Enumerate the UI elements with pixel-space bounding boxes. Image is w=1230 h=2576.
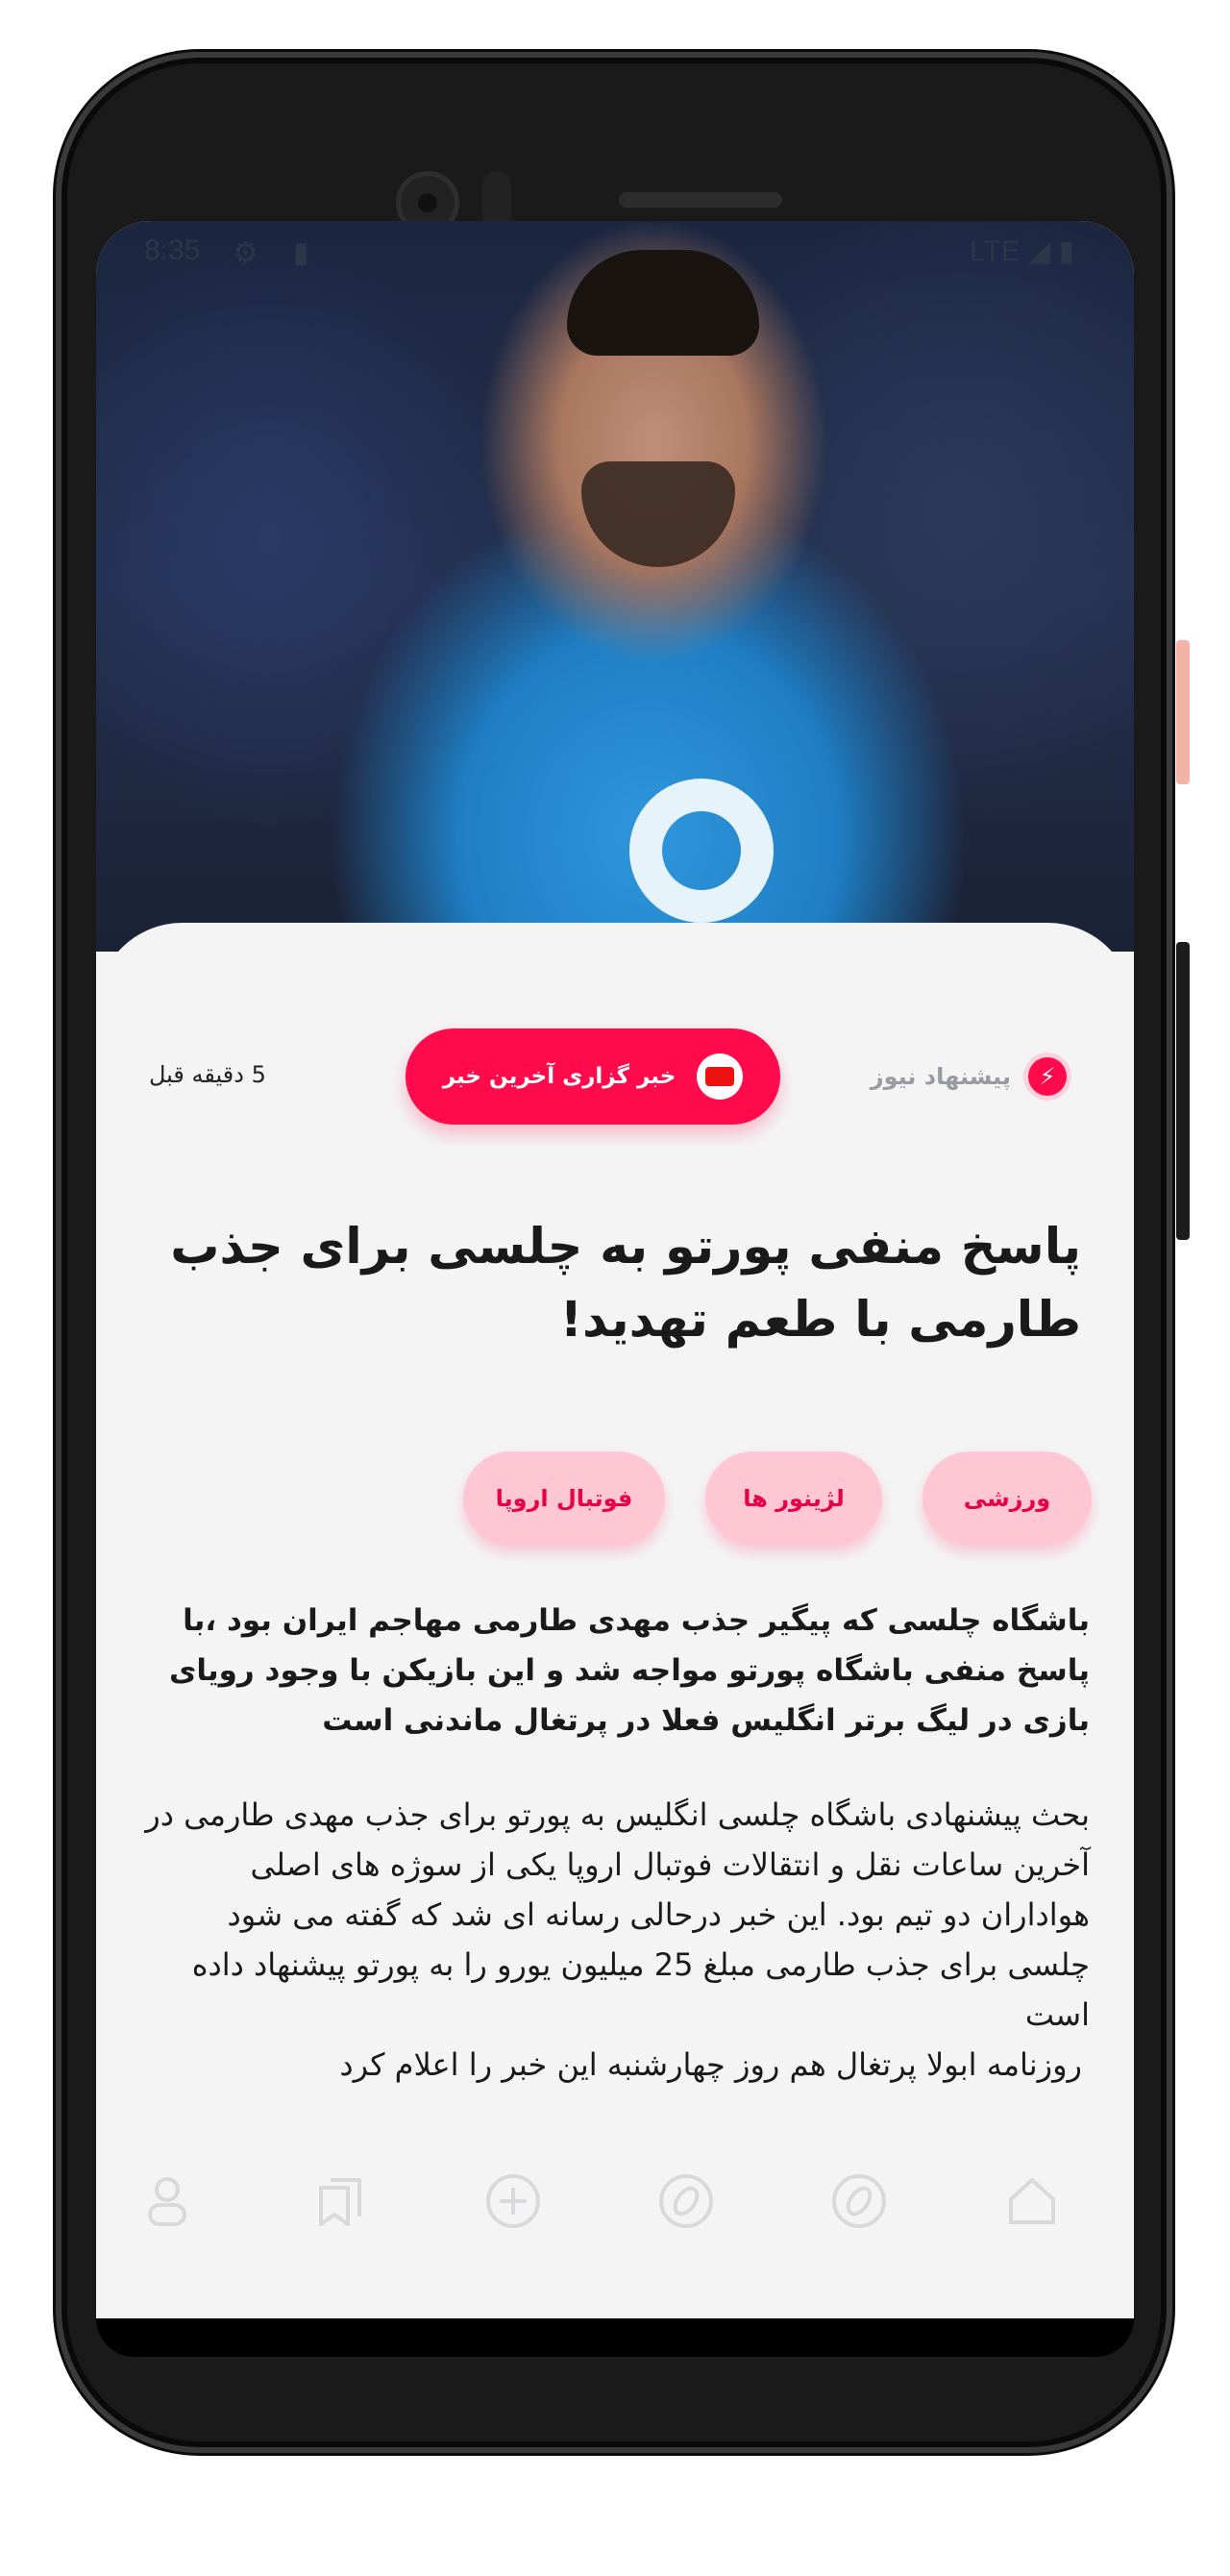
status-bar: 8:35 ⚙ ▮ LTE ◢ ▮ xyxy=(96,221,1134,288)
jersey-logo xyxy=(629,779,774,923)
article-paragraph: روزنامه ابولا پرتغال هم روز چهارشنبه این… xyxy=(339,2046,1082,2083)
tag-label: لژینور ها xyxy=(743,1485,845,1512)
article-title: پاسخ منفی پورتو به چلسی برای جذب طارمی ب… xyxy=(170,1219,1081,1349)
explore-icon xyxy=(832,2174,886,2228)
tag-label: فوتبال اروپا xyxy=(495,1485,633,1512)
compass-icon xyxy=(659,2174,713,2228)
sim-icon: ▮ xyxy=(293,236,309,270)
add-icon xyxy=(486,2174,540,2228)
earpiece-speaker xyxy=(619,192,782,208)
news-agency-button[interactable]: خبر گزاری آخرین خبر xyxy=(406,1028,780,1125)
bolt-icon: ⚡ xyxy=(1028,1057,1067,1096)
suggest-news-label: ⚡ پیشنهاد نیوز xyxy=(871,1057,1067,1096)
side-volume-button xyxy=(1176,942,1190,1240)
settings-icon: ⚙ xyxy=(233,236,258,270)
article-body: بحث پیشنهادی باشگاه چلسی انگلیس به پورتو… xyxy=(144,1790,1090,2090)
bottom-navigation xyxy=(96,2153,1134,2268)
nav-add[interactable] xyxy=(465,2153,561,2249)
side-accent-button xyxy=(1176,640,1190,784)
nav-bookmarks[interactable] xyxy=(292,2153,388,2249)
status-time: 8:35 xyxy=(144,235,201,266)
nav-discover[interactable] xyxy=(638,2153,734,2249)
tag-european-football[interactable]: فوتبال اروپا xyxy=(463,1451,665,1546)
bookmark-icon xyxy=(319,2178,361,2226)
tag-legionnaires[interactable]: لژینور ها xyxy=(705,1451,882,1546)
article-panel: ⚡ پیشنهاد نیوز خبر گزاری آخرین خبر 5 دقی… xyxy=(96,923,1134,2318)
tag-sports[interactable]: ورزشی xyxy=(922,1451,1092,1546)
home-icon xyxy=(1009,2178,1055,2224)
suggest-label: پیشنهاد نیوز xyxy=(870,1063,1011,1090)
screen-bottom-bezel xyxy=(96,2318,1134,2357)
article-meta-row: ⚡ پیشنهاد نیوز خبر گزاری آخرین خبر 5 دقی… xyxy=(96,1028,1134,1125)
signal-icon: ◢ xyxy=(1028,235,1059,267)
article-paragraph: بحث پیشنهادی باشگاه چلسی انگلیس به پورتو… xyxy=(145,1796,1090,2033)
agency-name: خبر گزاری آخرین خبر xyxy=(442,1064,676,1089)
status-network: LTE ◢ ▮ xyxy=(970,235,1074,268)
player-beard xyxy=(581,461,735,567)
nav-home[interactable] xyxy=(984,2153,1080,2249)
app-screen: 8:35 ⚙ ▮ LTE ◢ ▮ ⚡ پیشنهاد نیوز خبر گزار… xyxy=(96,221,1134,2318)
profile-icon xyxy=(148,2177,186,2226)
nav-explore[interactable] xyxy=(811,2153,907,2249)
network-label: LTE xyxy=(969,235,1021,267)
tag-list: ورزشی لژینور ها فوتبال اروپا xyxy=(96,1451,1134,1548)
nav-profile[interactable] xyxy=(119,2153,215,2249)
article-time: 5 دقیقه قبل xyxy=(149,1061,266,1088)
tag-label: ورزشی xyxy=(963,1485,1051,1512)
article-lead: باشگاه چلسی که پیگیر جذب مهدی طارمی مهاج… xyxy=(168,1603,1090,1738)
article-hero-image xyxy=(96,221,1134,952)
agency-logo-icon xyxy=(697,1053,744,1100)
battery-icon: ▮ xyxy=(1058,235,1074,267)
